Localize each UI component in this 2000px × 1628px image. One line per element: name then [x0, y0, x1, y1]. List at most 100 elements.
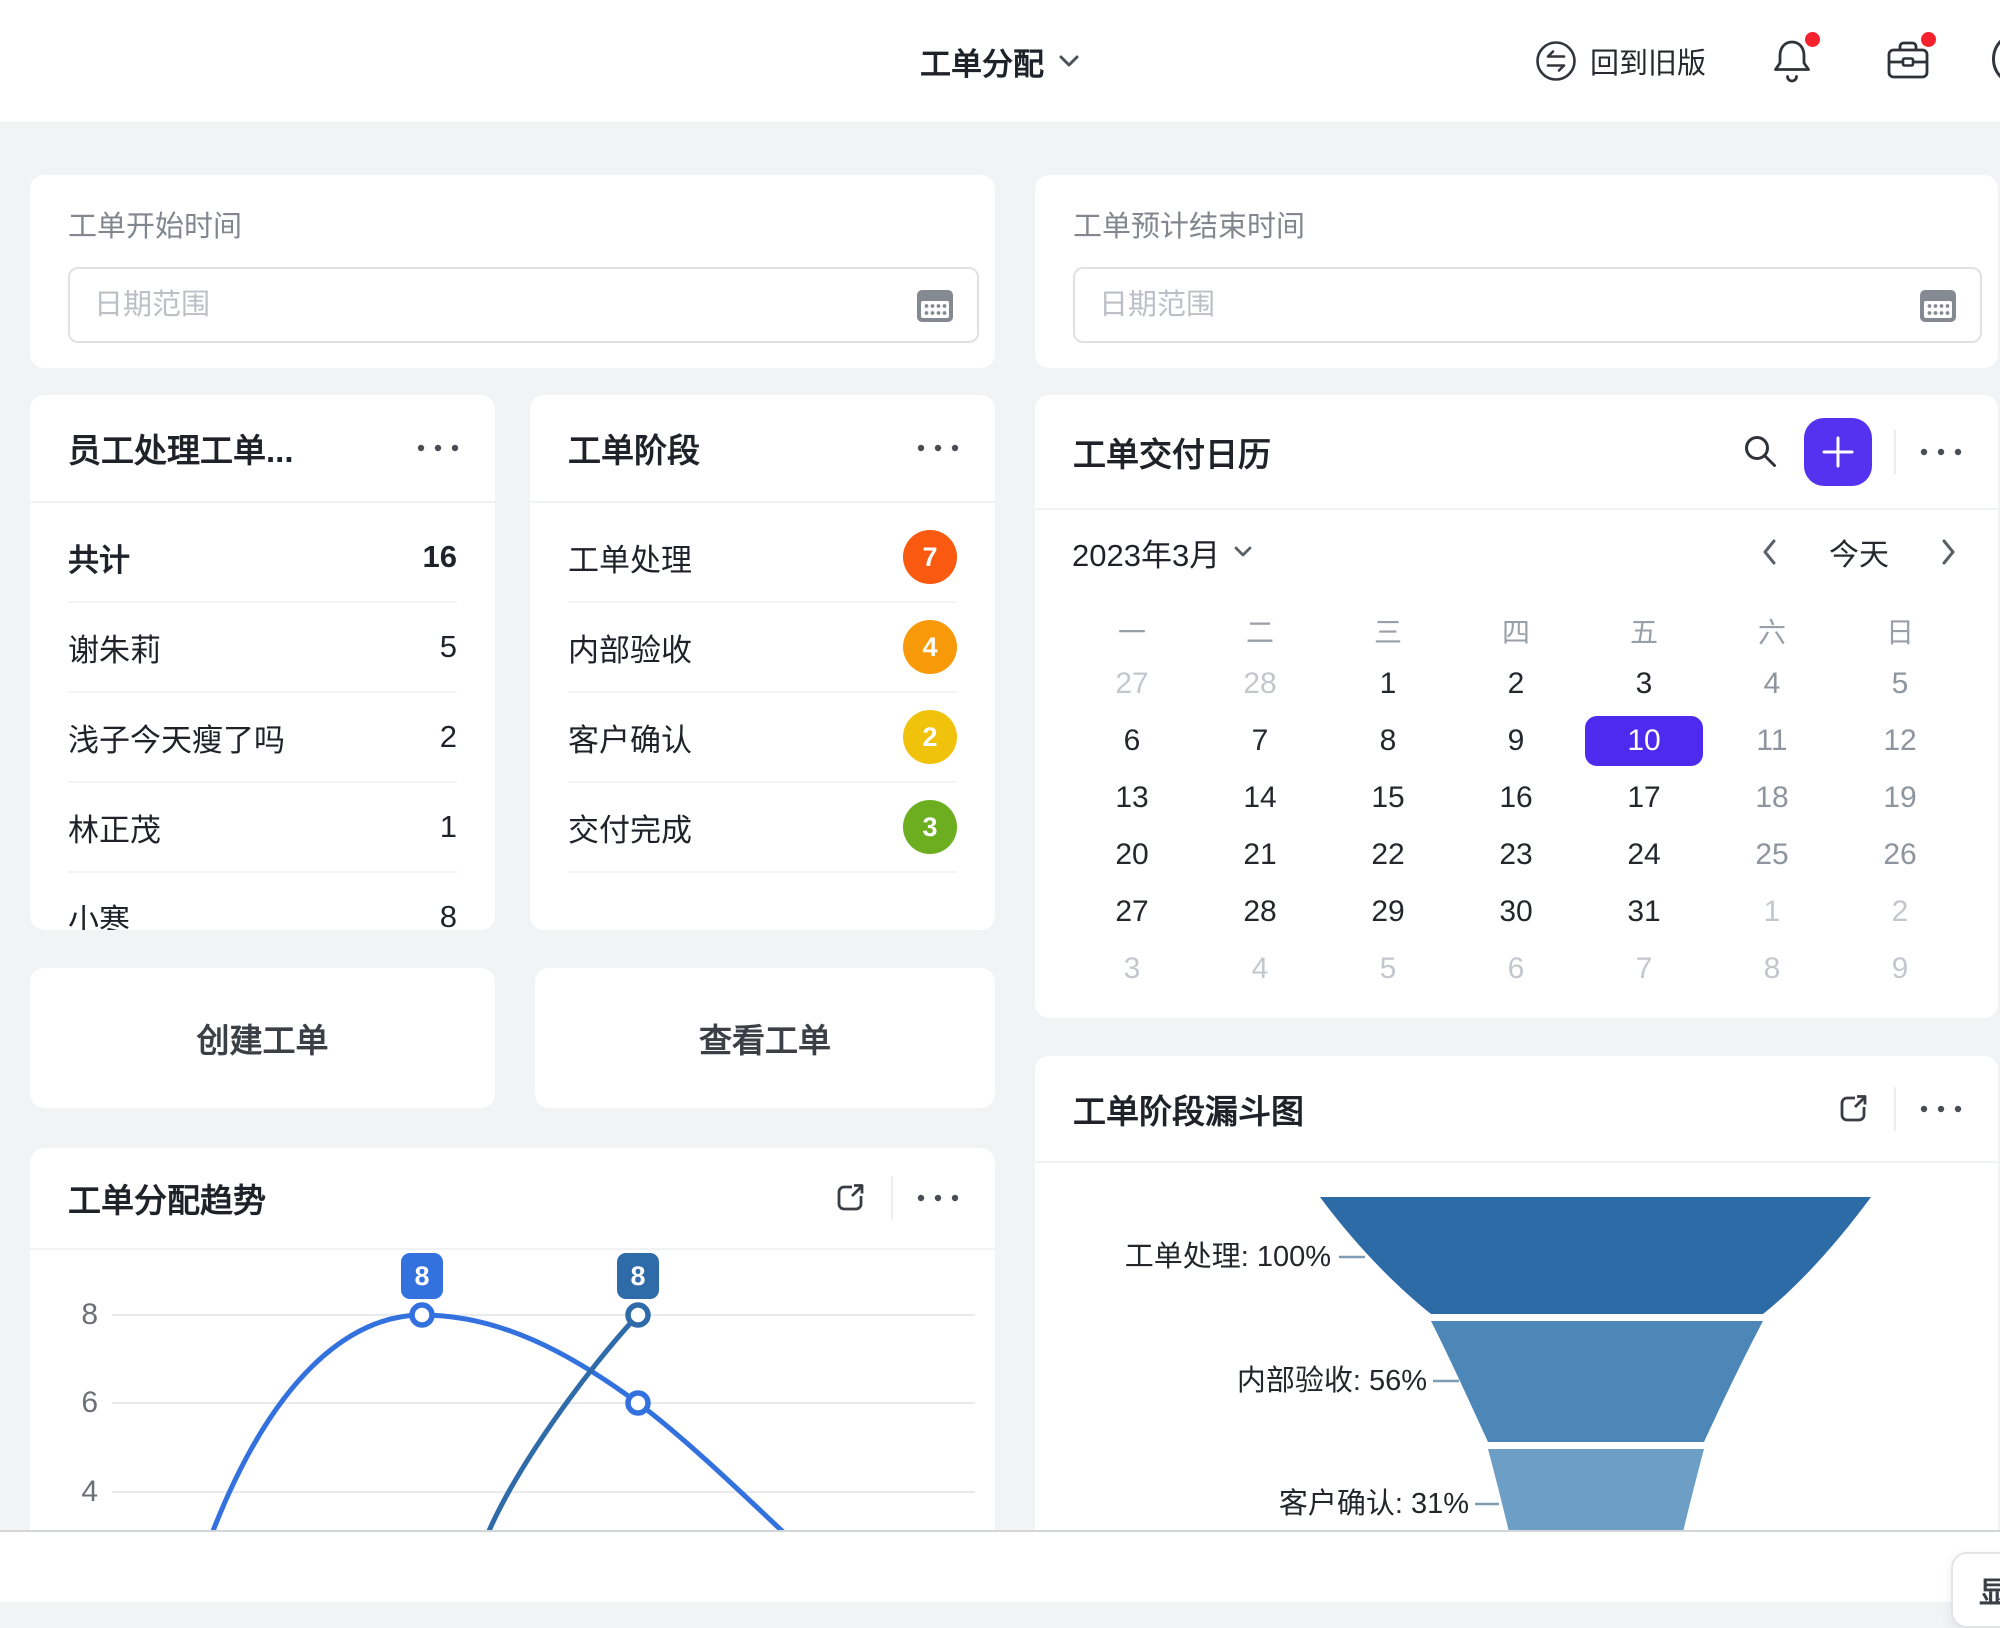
calendar-day[interactable]: 6	[1452, 940, 1580, 997]
today-button[interactable]: 今天	[1829, 530, 1889, 574]
card-title: 工单阶段漏斗图	[1073, 1085, 1304, 1133]
employee-row: 林正茂1	[68, 783, 457, 873]
calendar-day[interactable]: 3	[1068, 940, 1196, 997]
calendar-day[interactable]: 27	[1068, 655, 1196, 712]
calendar-day[interactable]: 20	[1068, 826, 1196, 883]
export-icon[interactable]	[1834, 1090, 1872, 1128]
funnel-stage-label: 客户确认: 31%	[1035, 1486, 1469, 1522]
plus-icon	[1818, 432, 1858, 472]
calendar-day[interactable]: 21	[1196, 826, 1324, 883]
card-title: 工单阶段	[568, 424, 700, 472]
calendar-day[interactable]: 8	[1708, 940, 1836, 997]
export-icon[interactable]	[831, 1179, 869, 1217]
bottom-bar	[0, 1530, 2000, 1602]
calendar-day[interactable]: 28	[1196, 883, 1324, 940]
page-title-dropdown[interactable]: 工单分配	[920, 0, 1080, 122]
search-icon[interactable]	[1740, 431, 1782, 473]
stage-count-badge: 7	[903, 530, 957, 584]
chevron-right-icon[interactable]	[1941, 539, 1956, 565]
calendar-day[interactable]: 26	[1836, 826, 1964, 883]
weekday-label: 三	[1324, 609, 1452, 653]
more-icon[interactable]	[915, 443, 961, 453]
button-label: 查看工单	[699, 1014, 831, 1062]
employee-row: 共计16	[68, 513, 457, 603]
calendar-icon[interactable]	[1916, 284, 1960, 326]
create-workorder-button[interactable]: 创建工单	[30, 968, 495, 1108]
calendar-day[interactable]: 13	[1068, 769, 1196, 826]
y-axis-label: 4	[54, 1474, 98, 1510]
calendar-day[interactable]: 19	[1836, 769, 1964, 826]
calendar-day[interactable]: 8	[1324, 712, 1452, 769]
weekday-header: 一二三四五六日	[1068, 609, 1964, 653]
stage-row: 客户确认2	[568, 693, 957, 783]
more-icon[interactable]	[1918, 1104, 1964, 1114]
employee-name: 小寒	[68, 895, 130, 931]
month-label: 2023年3月	[1072, 530, 1220, 575]
point-label-badge: 8	[617, 1253, 659, 1299]
calendar-day[interactable]: 11	[1708, 712, 1836, 769]
calendar-day[interactable]: 15	[1324, 769, 1452, 826]
calendar-day[interactable]: 5	[1836, 655, 1964, 712]
calendar-day[interactable]: 30	[1452, 883, 1580, 940]
more-icon[interactable]	[415, 443, 461, 453]
calendar-day[interactable]: 18	[1708, 769, 1836, 826]
employee-count: 8	[440, 899, 457, 930]
calendar-day[interactable]: 2	[1836, 883, 1964, 940]
weekday-label: 四	[1452, 609, 1580, 653]
calendar-icon[interactable]	[913, 284, 957, 326]
calendar-day[interactable]: 29	[1324, 883, 1452, 940]
calendar-day[interactable]: 23	[1452, 826, 1580, 883]
calendar-day[interactable]: 17	[1580, 769, 1708, 826]
calendar-day[interactable]: 6	[1068, 712, 1196, 769]
funnel-chart: 工单处理: 100%内部验收: 56%客户确认: 31%	[1035, 1161, 1998, 1532]
stage-row: 内部验收4	[568, 603, 957, 693]
calendar-day[interactable]: 4	[1196, 940, 1324, 997]
stage-row: 交付完成3	[568, 783, 957, 873]
view-workorder-button[interactable]: 查看工单	[535, 968, 995, 1108]
calendar-day[interactable]: 12	[1836, 712, 1964, 769]
add-event-button[interactable]	[1804, 418, 1872, 486]
calendar-day[interactable]: 27	[1068, 883, 1196, 940]
calendar-grid: 一二三四五六日 27281234567891011121314151617181…	[1068, 609, 1964, 997]
weekday-label: 一	[1068, 609, 1196, 653]
calendar-day[interactable]: 10	[1580, 712, 1708, 769]
page-title: 工单分配	[920, 39, 1044, 84]
selected-day-pill: 10	[1585, 716, 1703, 766]
back-to-old-label: 回到旧版	[1590, 40, 1706, 82]
date-range-input-end[interactable]	[1073, 267, 1982, 343]
month-selector[interactable]: 2023年3月	[1072, 530, 1252, 575]
calendar-day[interactable]: 7	[1580, 940, 1708, 997]
date-range-field[interactable]	[70, 289, 913, 322]
calendar-day[interactable]: 5	[1324, 940, 1452, 997]
more-icon[interactable]	[915, 1193, 961, 1203]
calendar-day[interactable]: 16	[1452, 769, 1580, 826]
calendar-day[interactable]: 4	[1708, 655, 1836, 712]
employee-row: 小寒 8	[68, 873, 457, 930]
workbench-button[interactable]	[1884, 34, 1932, 88]
employee-list: 共计16谢朱莉5浅子今天瘦了吗2林正茂1小寒8	[30, 503, 495, 930]
funnel-stage-label: 工单处理: 100%	[1035, 1239, 1331, 1275]
calendar-day[interactable]: 9	[1836, 940, 1964, 997]
calendar-day[interactable]: 31	[1580, 883, 1708, 940]
calendar-day[interactable]: 28	[1196, 655, 1324, 712]
calendar-day[interactable]: 24	[1580, 826, 1708, 883]
show-panel-button[interactable]: 显	[1951, 1552, 2000, 1628]
employee-count: 1	[440, 809, 457, 845]
chevron-left-icon[interactable]	[1762, 539, 1777, 565]
more-icon[interactable]	[1918, 447, 1964, 457]
calendar-day[interactable]: 9	[1452, 712, 1580, 769]
date-range-field[interactable]	[1075, 289, 1916, 322]
notification-dot	[1805, 32, 1820, 47]
back-to-old-version-button[interactable]: 回到旧版	[1534, 39, 1706, 83]
calendar-day[interactable]: 2	[1452, 655, 1580, 712]
calendar-day[interactable]: 3	[1580, 655, 1708, 712]
calendar-day[interactable]: 1	[1708, 883, 1836, 940]
notifications-button[interactable]	[1768, 34, 1816, 88]
calendar-day[interactable]: 25	[1708, 826, 1836, 883]
date-range-input-start[interactable]	[68, 267, 979, 343]
calendar-day[interactable]: 1	[1324, 655, 1452, 712]
employee-name: 共计	[68, 535, 130, 580]
calendar-day[interactable]: 22	[1324, 826, 1452, 883]
calendar-day[interactable]: 7	[1196, 712, 1324, 769]
calendar-day[interactable]: 14	[1196, 769, 1324, 826]
